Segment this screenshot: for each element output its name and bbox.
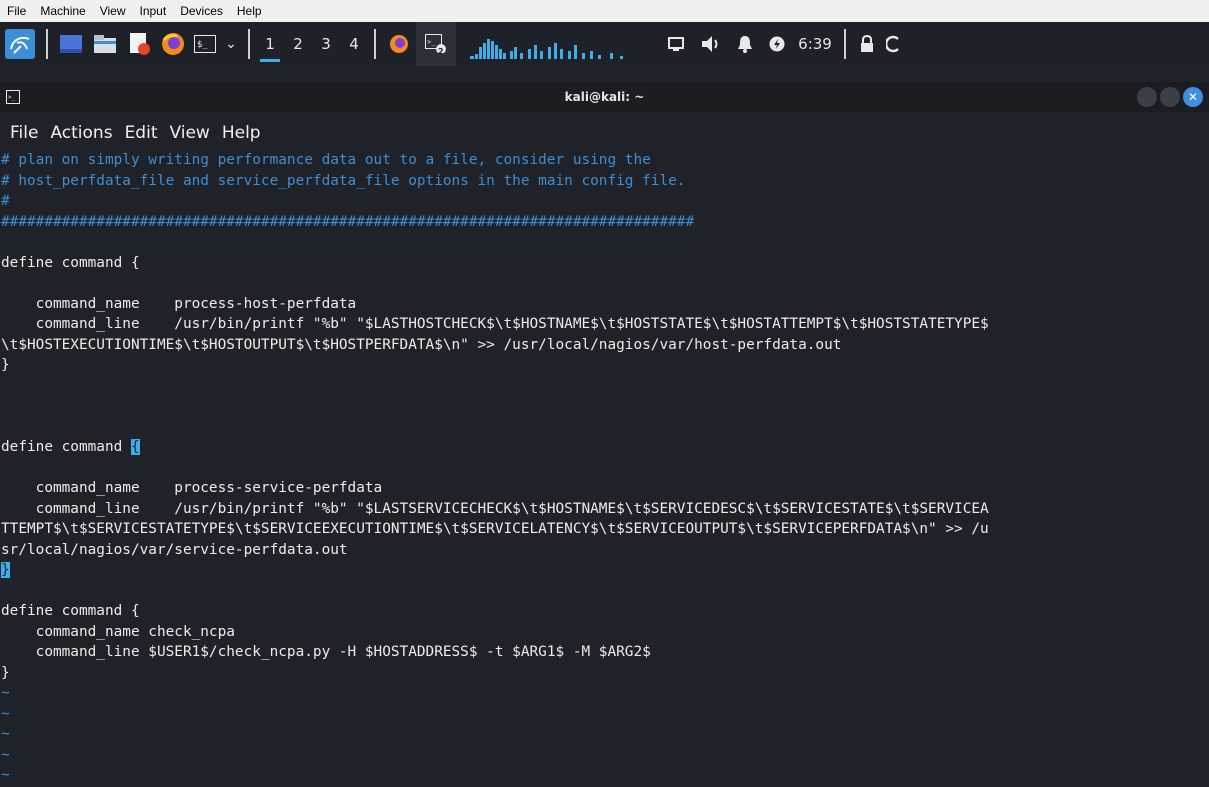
firefox-task-icon[interactable] [382, 22, 416, 66]
terminal-menubar: File Actions Edit View Help [0, 118, 1209, 148]
svg-text:>_: >_ [427, 38, 436, 46]
close-icon: ✕ [1187, 90, 1199, 104]
terminal-task-icon[interactable]: >_ 2 [416, 22, 456, 66]
matched-brace: { [130, 439, 140, 455]
empty-buffer-tilde: ~ [1, 726, 10, 742]
vm-menu-help[interactable]: Help [230, 0, 269, 22]
empty-buffer-tilde: ~ [1, 705, 10, 722]
empty-buffer-tilde: ~ [1, 767, 10, 783]
file-manager-icon[interactable] [88, 22, 122, 66]
terminal-icon[interactable]: $_ [190, 22, 220, 66]
notifications-icon[interactable] [728, 22, 762, 66]
menu-edit[interactable]: Edit [125, 123, 158, 143]
command-line-line: command_line $USER1$/check_ncpa.py -H $H… [1, 644, 651, 660]
cpu-graph [470, 22, 642, 66]
comment-line: ########################################… [1, 213, 695, 230]
close-brace-line: } [1, 664, 10, 681]
define-line: define command { [1, 603, 140, 619]
panel-separator [46, 29, 48, 59]
comment-line: # [1, 193, 10, 209]
menu-help[interactable]: Help [222, 123, 261, 143]
command-line-continuation: TTEMPT$\t$SERVICESTATETYPE$\t$SERVICEEXE… [1, 521, 989, 537]
panel-separator [844, 29, 846, 59]
vm-menubar: File Machine View Input Devices Help [0, 0, 1209, 23]
command-name-line: command_name check_ncpa [1, 623, 235, 640]
firefox-icon[interactable] [156, 22, 190, 66]
empty-buffer-tilde: ~ [1, 746, 10, 763]
logout-icon[interactable] [882, 22, 906, 66]
comment-line: # plan on simply writing performance dat… [1, 152, 651, 168]
text-editor-icon[interactable] [122, 22, 156, 66]
clock[interactable]: 6:39 [792, 22, 838, 66]
command-name-line: command_name process-host-perfdata [1, 295, 357, 312]
define-text: define command [1, 439, 131, 455]
command-name-line: command_name process-service-perfdata [1, 480, 383, 496]
network-icon[interactable] [658, 22, 694, 66]
lock-icon[interactable] [852, 22, 882, 66]
empty-buffer-tilde: ~ [1, 685, 10, 701]
workspace-4[interactable]: 4 [340, 22, 368, 66]
svg-text:$_: $_ [197, 40, 208, 50]
maximize-button[interactable] [1160, 87, 1180, 107]
vm-menu-view[interactable]: View [93, 0, 133, 22]
workspace-3[interactable]: 3 [312, 22, 340, 66]
vm-menu-machine[interactable]: Machine [33, 0, 92, 22]
define-line: define command { [0, 437, 1209, 458]
vm-menu-file[interactable]: File [0, 0, 33, 22]
minimize-button[interactable] [1137, 87, 1157, 107]
text-cursor: } [1, 562, 10, 578]
show-desktop-icon[interactable] [54, 22, 88, 66]
panel-separator [374, 29, 376, 59]
menu-file[interactable]: File [10, 123, 38, 143]
close-button[interactable]: ✕ [1183, 87, 1203, 107]
command-line-continuation: sr/local/nagios/var/service-perfdata.out [1, 541, 348, 558]
vm-menu-devices[interactable]: Devices [173, 0, 230, 22]
terminal-content[interactable]: # plan on simply writing performance dat… [0, 150, 1209, 787]
window-title: kali@kali: ~ [564, 90, 645, 104]
cursor-line: } [0, 560, 1209, 581]
comment-line: # host_perfdata_file and service_perfdat… [1, 172, 686, 189]
kali-menu-icon[interactable] [0, 22, 40, 66]
menu-view[interactable]: View [169, 123, 209, 143]
menu-actions[interactable]: Actions [50, 123, 112, 143]
close-brace-line: } [1, 357, 10, 373]
define-line: define command { [1, 254, 140, 271]
panel-separator [248, 29, 250, 59]
volume-icon[interactable] [694, 22, 728, 66]
window-titlebar[interactable]: >_ kali@kali: ~ ✕ [0, 82, 1209, 112]
power-manager-icon[interactable] [762, 22, 792, 66]
command-line-line: command_line /usr/bin/printf "%b" "$LAST… [1, 316, 989, 332]
vm-menu-input[interactable]: Input [133, 0, 174, 22]
workspace-1[interactable]: 1 [256, 22, 284, 66]
top-panel: $_ ⌄ 1 2 3 4 >_ 2 6:39 [0, 22, 1209, 66]
workspace-2[interactable]: 2 [284, 22, 312, 66]
terminal-count-badge: 2 [438, 47, 444, 56]
command-line-line: command_line /usr/bin/printf "%b" "$LAST… [1, 500, 989, 517]
terminal-dropdown-icon[interactable]: ⌄ [220, 22, 242, 66]
command-line-continuation: \t$HOSTEXECUTIONTIME$\t$HOSTOUTPUT$\t$HO… [1, 336, 842, 353]
